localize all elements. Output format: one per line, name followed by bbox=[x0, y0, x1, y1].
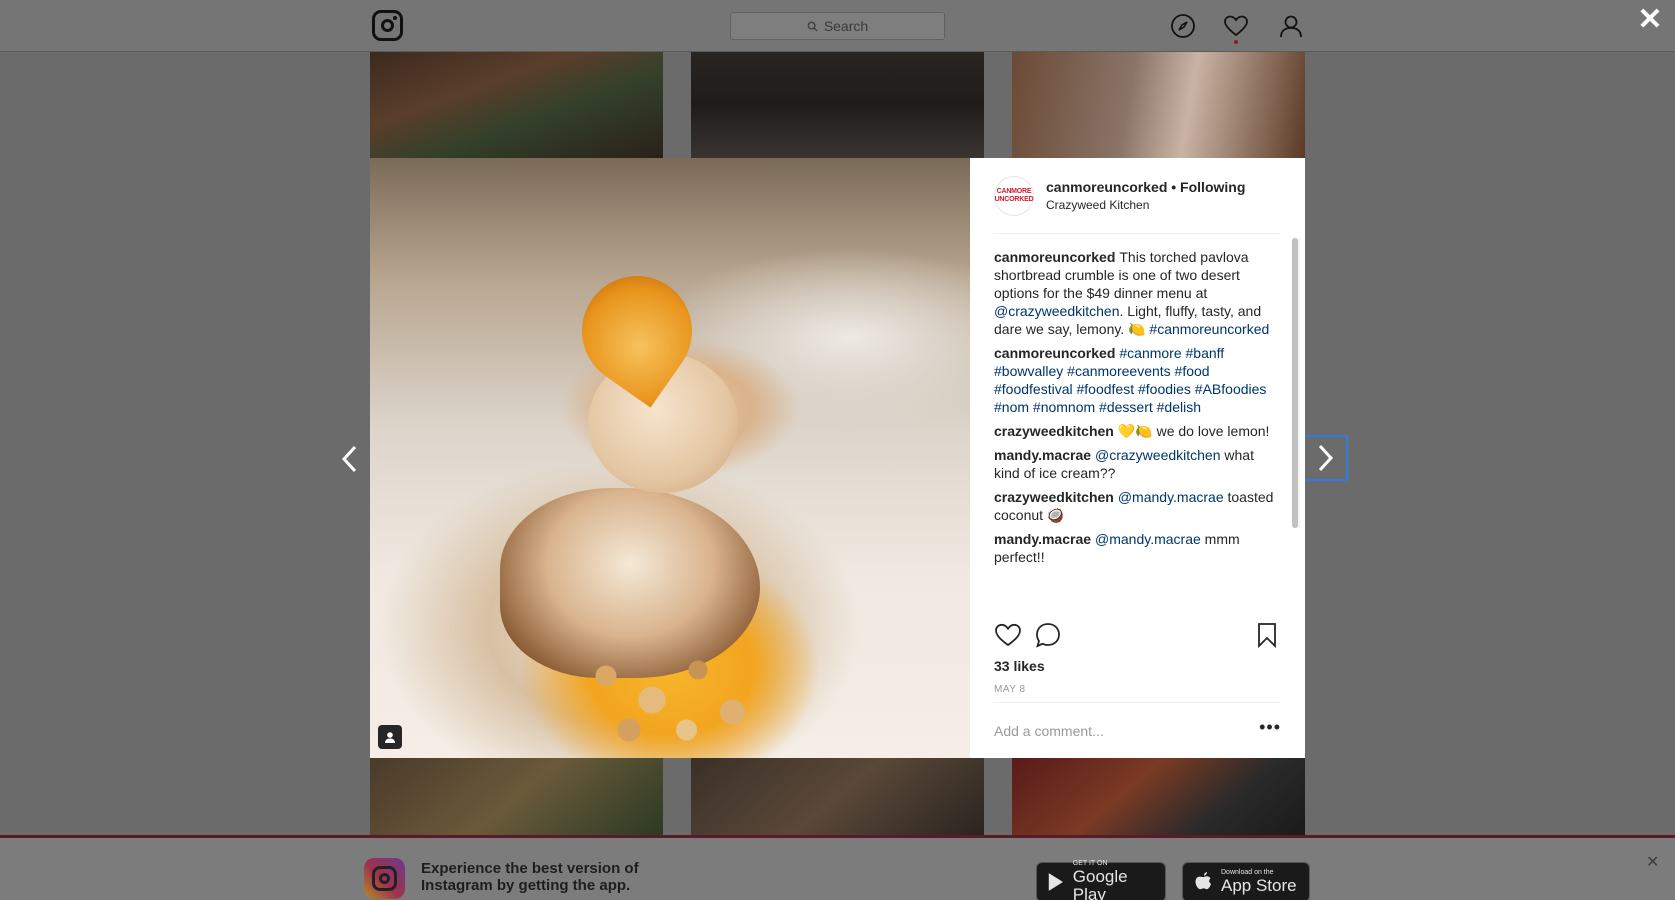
notification-dot bbox=[1234, 40, 1238, 44]
post-sidebar: CANMORE UNCORKED canmoreuncorked • Follo… bbox=[970, 158, 1305, 758]
next-post-arrow[interactable] bbox=[1302, 435, 1348, 481]
speech-bubble-icon[interactable] bbox=[1034, 621, 1062, 649]
comment-item: canmoreuncorked #canmore #banff #bowvalle… bbox=[994, 344, 1277, 416]
grid-photo-tile[interactable] bbox=[1012, 52, 1305, 158]
previous-post-arrow[interactable] bbox=[338, 443, 362, 475]
compass-icon[interactable] bbox=[1170, 13, 1196, 39]
post-header-text: canmoreuncorked • Following Crazyweed Ki… bbox=[1046, 176, 1245, 212]
top-navigation-bar: Search bbox=[0, 0, 1675, 52]
comment-username[interactable]: canmoreuncorked bbox=[994, 345, 1115, 361]
comment-item: crazyweedkitchen @mandy.macrae toasted co… bbox=[994, 488, 1277, 524]
instagram-app-icon bbox=[364, 858, 405, 899]
grid-photo-tile[interactable] bbox=[370, 758, 663, 835]
comment-link[interactable]: @mandy.macrae bbox=[1095, 531, 1201, 547]
comment-text: 💛🍋 we do love lemon! bbox=[1117, 423, 1270, 439]
post-modal: CANMORE UNCORKED canmoreuncorked • Follo… bbox=[370, 158, 1305, 758]
avatar[interactable]: CANMORE UNCORKED bbox=[994, 176, 1034, 216]
post-author-line: canmoreuncorked • Following bbox=[1046, 179, 1245, 195]
comment-item: canmoreuncorked This torched pavlova shor… bbox=[994, 248, 1277, 338]
banner-line-1: Experience the best version of bbox=[421, 860, 639, 877]
comment-item: mandy.macrae @crazyweedkitchen what kind … bbox=[994, 446, 1277, 482]
google-play-button[interactable]: GET IT ON Google Play bbox=[1036, 860, 1166, 900]
grid-photo-tile[interactable] bbox=[691, 52, 984, 158]
close-banner-button[interactable]: ✕ bbox=[1646, 852, 1659, 872]
comment-username[interactable]: crazyweedkitchen bbox=[994, 489, 1114, 505]
banner-line-2: Instagram by getting the app. bbox=[421, 877, 631, 894]
app-download-banner: Experience the best version of Instagram… bbox=[0, 835, 1675, 900]
user-icon[interactable] bbox=[1278, 13, 1304, 39]
post-author-username[interactable]: canmoreuncorked bbox=[1046, 179, 1167, 195]
comment-input[interactable] bbox=[994, 722, 1234, 739]
google-play-big-text: Google Play bbox=[1072, 867, 1128, 900]
chevron-right-icon bbox=[1318, 444, 1334, 472]
heart-icon[interactable] bbox=[1223, 13, 1249, 39]
comment-link[interactable]: #canmoreuncorked bbox=[1149, 321, 1269, 337]
comment-username[interactable]: mandy.macrae bbox=[994, 531, 1091, 547]
post-header: CANMORE UNCORKED canmoreuncorked • Follo… bbox=[994, 176, 1281, 234]
post-location[interactable]: Crazyweed Kitchen bbox=[1046, 198, 1245, 212]
heart-outline-icon[interactable] bbox=[994, 621, 1022, 649]
grid-photo-tile[interactable] bbox=[691, 758, 984, 835]
scrollbar-thumb[interactable] bbox=[1292, 238, 1298, 528]
comments-scrollbar[interactable] bbox=[1292, 238, 1300, 528]
search-placeholder: Search bbox=[823, 18, 869, 34]
photo-crumble bbox=[560, 628, 790, 748]
comments-list[interactable]: canmoreuncorked This torched pavlova shor… bbox=[994, 248, 1277, 613]
close-modal-button[interactable]: ✕ bbox=[1636, 5, 1664, 35]
instagram-logo-icon[interactable] bbox=[372, 10, 403, 41]
follow-status[interactable]: • Following bbox=[1171, 179, 1245, 195]
bookmark-icon[interactable] bbox=[1253, 621, 1281, 649]
app-store-big-text: App Store bbox=[1221, 876, 1297, 895]
comment-username[interactable]: crazyweedkitchen bbox=[994, 423, 1114, 439]
grid-photo-tile[interactable] bbox=[370, 52, 663, 158]
post-photo[interactable] bbox=[370, 158, 970, 758]
post-date[interactable]: MAY 8 bbox=[994, 684, 1026, 695]
comment-item: mandy.macrae @mandy.macrae mmm perfect!! bbox=[994, 530, 1277, 566]
more-options-button[interactable]: ••• bbox=[1259, 718, 1281, 740]
likes-count[interactable]: 33 likes bbox=[994, 658, 1045, 674]
banner-text: Experience the best version of Instagram… bbox=[421, 860, 639, 894]
comment-username[interactable]: canmoreuncorked bbox=[994, 249, 1115, 265]
search-box[interactable]: Search bbox=[730, 12, 945, 40]
play-triangle-icon bbox=[1048, 873, 1063, 891]
app-store-button[interactable]: Download on the App Store bbox=[1182, 862, 1310, 900]
comment-link[interactable]: @crazyweedkitchen bbox=[1095, 447, 1221, 463]
comment-link[interactable]: @crazyweedkitchen bbox=[994, 303, 1120, 319]
comment-link[interactable]: @mandy.macrae bbox=[1118, 489, 1224, 505]
comment-item: crazyweedkitchen 💛🍋 we do love lemon! bbox=[994, 422, 1277, 440]
apple-icon bbox=[1195, 872, 1211, 890]
person-tag-icon[interactable] bbox=[378, 725, 402, 749]
grid-photo-tile[interactable] bbox=[1012, 758, 1305, 835]
post-actions bbox=[994, 621, 1281, 655]
comment-username[interactable]: mandy.macrae bbox=[994, 447, 1091, 463]
search-icon bbox=[807, 21, 818, 32]
add-comment-bar: ••• bbox=[994, 702, 1281, 758]
chevron-left-icon bbox=[341, 445, 357, 473]
